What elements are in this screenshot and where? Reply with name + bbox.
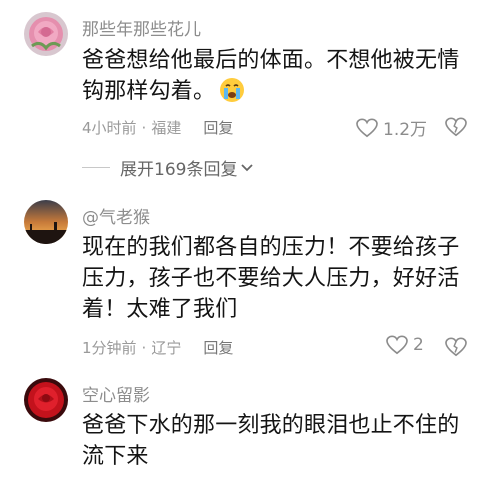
expand-label: 展开169条回复 — [120, 160, 238, 180]
reply-button[interactable]: 回复 — [203, 117, 233, 138]
crying-face-icon — [219, 77, 245, 103]
heart-outline-icon — [386, 335, 408, 355]
comment-text-line: 压力，孩子也不要给大人压力，好好活 — [82, 266, 460, 291]
like-button[interactable]: 1.2万 — [356, 115, 427, 140]
username[interactable]: 空心留影 — [82, 381, 150, 406]
heart-outline-icon — [356, 118, 378, 137]
avatar[interactable] — [24, 200, 68, 244]
dislike-button[interactable] — [445, 117, 467, 141]
comment-text-line: 爸爸想给他最后的体面。不想他被无情 — [82, 48, 460, 73]
timestamp: 1分钟前 — [82, 339, 137, 357]
red-rose-avatar-icon — [24, 378, 68, 422]
comment-meta: 1分钟前 · 辽宁 回复 — [82, 337, 233, 358]
comment-text-line: 钩那样勾着。 — [82, 79, 216, 104]
comment-text-line: 流下来 — [82, 444, 149, 469]
location: 辽宁 — [151, 339, 182, 357]
comment-text: 爸爸想给他最后的体面。不想他被无情 钩那样勾着。 — [82, 45, 482, 107]
broken-heart-icon — [445, 337, 467, 357]
dislike-button[interactable] — [445, 337, 467, 361]
timestamp: 4小时前 — [82, 119, 137, 137]
expand-replies-button[interactable]: 展开169条回复 — [82, 155, 254, 180]
comment-text-line: 爸爸下水的那一刻我的眼泪也止不住的 — [82, 413, 460, 438]
like-button[interactable]: 2 — [386, 335, 424, 355]
chevron-down-icon — [241, 163, 254, 171]
reply-button[interactable]: 回复 — [203, 337, 233, 358]
username[interactable]: 那些年那些花儿 — [82, 15, 201, 40]
comment-text-line-2: 钩那样勾着。 — [82, 76, 482, 107]
comment-text: 爸爸下水的那一刻我的眼泪也止不住的 流下来 — [82, 410, 482, 472]
comment-text-line: 着！太难了我们 — [82, 297, 238, 322]
separator: · — [141, 338, 147, 357]
separator: · — [141, 118, 147, 137]
divider — [82, 167, 110, 168]
rose-avatar-icon — [24, 12, 68, 56]
avatar[interactable] — [24, 12, 68, 56]
sunset-avatar-icon — [24, 200, 68, 244]
avatar[interactable] — [24, 378, 68, 422]
like-count: 1.2万 — [383, 120, 428, 140]
comment-text-line: 现在的我们都各自的压力！不要给孩子 — [82, 235, 460, 260]
broken-heart-icon — [445, 117, 467, 137]
location: 福建 — [151, 119, 182, 137]
comment-meta: 4小时前 · 福建 回复 — [82, 117, 233, 138]
like-count: 2 — [413, 335, 424, 355]
comment-text: 现在的我们都各自的压力！不要给孩子 压力，孩子也不要给大人压力，好好活 着！太难… — [82, 232, 482, 325]
username[interactable]: @气老猴 — [82, 203, 150, 228]
